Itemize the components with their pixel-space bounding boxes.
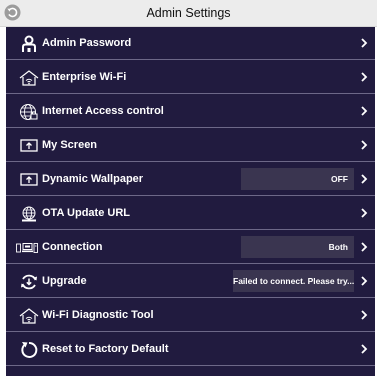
screen-upload-icon (19, 136, 39, 156)
title-bar: Admin Settings (0, 0, 377, 27)
chevron-right-icon (361, 310, 368, 320)
chevron-right-icon (361, 344, 368, 354)
dynamic-wallpaper-row[interactable]: Dynamic Wallpaper OFF (6, 163, 375, 196)
chevron-right-icon (361, 38, 368, 48)
ota-update-url-row[interactable]: OTA Update URL (6, 197, 375, 230)
chevron-right-icon (361, 242, 368, 252)
page-title: Admin Settings (146, 6, 231, 20)
wifi-diagnostic-tool-row[interactable]: Wi-Fi Diagnostic Tool (6, 299, 375, 332)
person-lock-icon (19, 34, 39, 54)
connection-label: Connection (42, 241, 103, 253)
wifi-house-icon (19, 306, 39, 326)
wifi-diagnostic-tool-label: Wi-Fi Diagnostic Tool (42, 309, 154, 321)
globe-icon (19, 204, 39, 224)
chevron-right-icon (361, 72, 368, 82)
enterprise-wifi-row[interactable]: Enterprise Wi-Fi (6, 61, 375, 94)
chevron-right-icon (361, 276, 368, 286)
connection-row[interactable]: Connection Both (6, 231, 375, 264)
reset-factory-default-label: Reset to Factory Default (42, 343, 169, 355)
enterprise-wifi-label: Enterprise Wi-Fi (42, 71, 127, 83)
chevron-right-icon (361, 140, 368, 150)
ota-update-url-label: OTA Update URL (42, 207, 130, 219)
upgrade-status-value[interactable]: Failed to connect. Please try... (233, 270, 354, 292)
my-screen-label: My Screen (42, 139, 98, 151)
chevron-right-icon (361, 174, 368, 184)
reset-factory-default-row[interactable]: Reset to Factory Default (6, 333, 375, 366)
wifi-house-icon (19, 68, 39, 88)
admin-password-row[interactable]: Admin Password (6, 27, 375, 60)
screen-upload-icon (19, 170, 39, 190)
admin-password-label: Admin Password (42, 37, 132, 49)
devices-icon (15, 238, 39, 258)
my-screen-row[interactable]: My Screen (6, 129, 375, 162)
dynamic-wallpaper-label: Dynamic Wallpaper (42, 173, 144, 185)
connection-value[interactable]: Both (241, 236, 354, 258)
chevron-right-icon (361, 106, 368, 116)
globe-lock-icon (19, 102, 39, 122)
internet-access-control-row[interactable]: Internet Access control (6, 95, 375, 128)
internet-access-control-label: Internet Access control (42, 105, 164, 117)
refresh-download-icon (19, 272, 39, 292)
chevron-right-icon (361, 208, 368, 218)
settings-list: Admin Password Enterprise Wi-Fi Internet… (6, 27, 375, 376)
reset-icon (19, 340, 39, 360)
upgrade-label: Upgrade (42, 275, 87, 287)
upgrade-row[interactable]: Upgrade Failed to connect. Please try... (6, 265, 375, 298)
dynamic-wallpaper-value[interactable]: OFF (241, 168, 354, 190)
